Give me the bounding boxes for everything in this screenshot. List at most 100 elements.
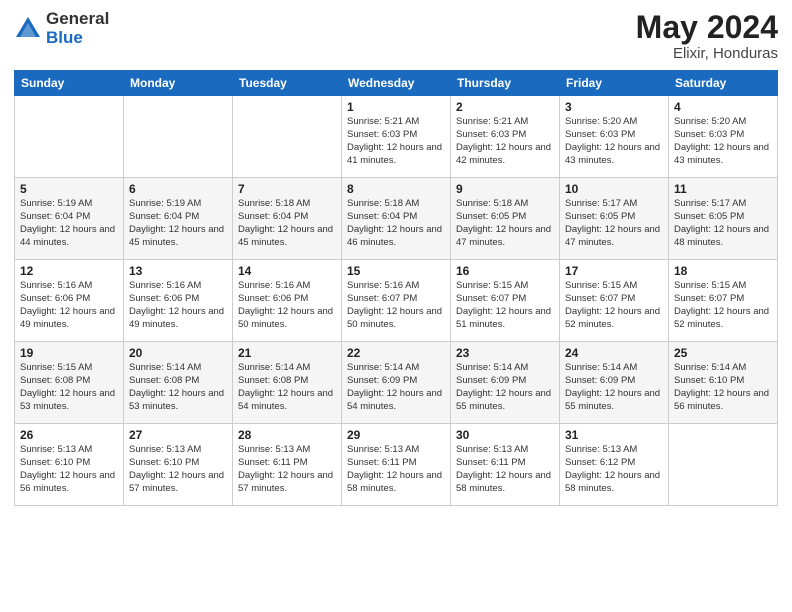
table-row: 28 Sunrise: 5:13 AM Sunset: 6:11 PM Dayli… <box>233 424 342 506</box>
header: General Blue May 2024 Elixir, Honduras <box>14 10 778 62</box>
calendar-week-row: 1 Sunrise: 5:21 AM Sunset: 6:03 PM Daylig… <box>15 96 778 178</box>
table-row <box>124 96 233 178</box>
table-row: 31Sunrise: 5:13 AM Sunset: 6:12 PM Dayli… <box>560 424 669 506</box>
table-row: 10 Sunrise: 5:17 AM Sunset: 6:05 PM Dayli… <box>560 178 669 260</box>
day-info: Sunrise: 5:18 AM Sunset: 6:04 PM Dayligh… <box>238 198 336 249</box>
day-number: 26 <box>20 428 118 442</box>
header-sunday: Sunday <box>15 71 124 96</box>
day-number: 10 <box>565 182 663 196</box>
day-number: 27 <box>129 428 227 442</box>
day-info: Sunrise: 5:16 AM Sunset: 6:06 PM Dayligh… <box>238 280 336 331</box>
day-number: 5 <box>20 182 118 196</box>
table-row: 5 Sunrise: 5:19 AM Sunset: 6:04 PM Daylig… <box>15 178 124 260</box>
day-number: 28 <box>238 428 336 442</box>
day-info: Sunrise: 5:14 AM Sunset: 6:09 PM Dayligh… <box>347 362 445 413</box>
day-number: 2 <box>456 100 554 114</box>
day-number: 22 <box>347 346 445 360</box>
day-number: 18 <box>674 264 772 278</box>
title-block: May 2024 Elixir, Honduras <box>636 10 778 62</box>
table-row <box>669 424 778 506</box>
day-number: 12 <box>20 264 118 278</box>
day-info: Sunrise: 5:18 AM Sunset: 6:05 PM Dayligh… <box>456 198 554 249</box>
day-number: 20 <box>129 346 227 360</box>
table-row: 19Sunrise: 5:15 AM Sunset: 6:08 PM Dayli… <box>15 342 124 424</box>
header-saturday: Saturday <box>669 71 778 96</box>
day-info: Sunrise: 5:15 AM Sunset: 6:07 PM Dayligh… <box>565 280 663 331</box>
day-number: 19 <box>20 346 118 360</box>
table-row: 27 Sunrise: 5:13 AM Sunset: 6:10 PM Dayli… <box>124 424 233 506</box>
table-row: 25 Sunrise: 5:14 AM Sunset: 6:10 PM Dayli… <box>669 342 778 424</box>
page: General Blue May 2024 Elixir, Honduras S… <box>0 0 792 612</box>
day-number: 16 <box>456 264 554 278</box>
day-info: Sunrise: 5:13 AM Sunset: 6:11 PM Dayligh… <box>238 444 336 495</box>
day-info: Sunrise: 5:16 AM Sunset: 6:07 PM Dayligh… <box>347 280 445 331</box>
day-info: Sunrise: 5:14 AM Sunset: 6:10 PM Dayligh… <box>674 362 772 413</box>
table-row: 4Sunrise: 5:20 AM Sunset: 6:03 PM Daylig… <box>669 96 778 178</box>
day-number: 24 <box>565 346 663 360</box>
day-info: Sunrise: 5:14 AM Sunset: 6:09 PM Dayligh… <box>456 362 554 413</box>
day-number: 29 <box>347 428 445 442</box>
logo-blue: Blue <box>46 29 109 48</box>
day-info: Sunrise: 5:15 AM Sunset: 6:07 PM Dayligh… <box>456 280 554 331</box>
table-row: 6Sunrise: 5:19 AM Sunset: 6:04 PM Daylig… <box>124 178 233 260</box>
day-info: Sunrise: 5:20 AM Sunset: 6:03 PM Dayligh… <box>565 116 663 167</box>
day-info: Sunrise: 5:13 AM Sunset: 6:10 PM Dayligh… <box>129 444 227 495</box>
day-number: 15 <box>347 264 445 278</box>
calendar-week-row: 19Sunrise: 5:15 AM Sunset: 6:08 PM Dayli… <box>15 342 778 424</box>
calendar-table: Sunday Monday Tuesday Wednesday Thursday… <box>14 70 778 506</box>
logo: General Blue <box>14 10 109 47</box>
table-row <box>233 96 342 178</box>
header-tuesday: Tuesday <box>233 71 342 96</box>
header-monday: Monday <box>124 71 233 96</box>
day-number: 25 <box>674 346 772 360</box>
table-row: 2 Sunrise: 5:21 AM Sunset: 6:03 PM Daylig… <box>451 96 560 178</box>
table-row: 9Sunrise: 5:18 AM Sunset: 6:05 PM Daylig… <box>451 178 560 260</box>
day-number: 3 <box>565 100 663 114</box>
day-info: Sunrise: 5:19 AM Sunset: 6:04 PM Dayligh… <box>20 198 118 249</box>
table-row: 17 Sunrise: 5:15 AM Sunset: 6:07 PM Dayli… <box>560 260 669 342</box>
day-info: Sunrise: 5:15 AM Sunset: 6:07 PM Dayligh… <box>674 280 772 331</box>
day-number: 14 <box>238 264 336 278</box>
title-month: May 2024 <box>636 10 778 45</box>
table-row: 8 Sunrise: 5:18 AM Sunset: 6:04 PM Daylig… <box>342 178 451 260</box>
table-row: 16 Sunrise: 5:15 AM Sunset: 6:07 PM Dayli… <box>451 260 560 342</box>
day-number: 4 <box>674 100 772 114</box>
day-info: Sunrise: 5:21 AM Sunset: 6:03 PM Dayligh… <box>456 116 554 167</box>
day-number: 11 <box>674 182 772 196</box>
day-number: 6 <box>129 182 227 196</box>
day-info: Sunrise: 5:17 AM Sunset: 6:05 PM Dayligh… <box>565 198 663 249</box>
logo-icon <box>14 15 42 43</box>
table-row: 24Sunrise: 5:14 AM Sunset: 6:09 PM Dayli… <box>560 342 669 424</box>
day-number: 1 <box>347 100 445 114</box>
logo-general: General <box>46 10 109 29</box>
day-number: 13 <box>129 264 227 278</box>
day-info: Sunrise: 5:13 AM Sunset: 6:10 PM Dayligh… <box>20 444 118 495</box>
day-number: 8 <box>347 182 445 196</box>
table-row: 12 Sunrise: 5:16 AM Sunset: 6:06 PM Dayli… <box>15 260 124 342</box>
calendar-week-row: 5 Sunrise: 5:19 AM Sunset: 6:04 PM Daylig… <box>15 178 778 260</box>
table-row: 13Sunrise: 5:16 AM Sunset: 6:06 PM Dayli… <box>124 260 233 342</box>
day-number: 30 <box>456 428 554 442</box>
table-row: 22 Sunrise: 5:14 AM Sunset: 6:09 PM Dayli… <box>342 342 451 424</box>
day-info: Sunrise: 5:17 AM Sunset: 6:05 PM Dayligh… <box>674 198 772 249</box>
day-info: Sunrise: 5:13 AM Sunset: 6:11 PM Dayligh… <box>456 444 554 495</box>
calendar-week-row: 12 Sunrise: 5:16 AM Sunset: 6:06 PM Dayli… <box>15 260 778 342</box>
table-row: 14 Sunrise: 5:16 AM Sunset: 6:06 PM Dayli… <box>233 260 342 342</box>
table-row: 11 Sunrise: 5:17 AM Sunset: 6:05 PM Dayli… <box>669 178 778 260</box>
title-location: Elixir, Honduras <box>636 45 778 62</box>
day-info: Sunrise: 5:14 AM Sunset: 6:08 PM Dayligh… <box>238 362 336 413</box>
table-row: 20Sunrise: 5:14 AM Sunset: 6:08 PM Dayli… <box>124 342 233 424</box>
table-row: 18 Sunrise: 5:15 AM Sunset: 6:07 PM Dayli… <box>669 260 778 342</box>
day-info: Sunrise: 5:13 AM Sunset: 6:11 PM Dayligh… <box>347 444 445 495</box>
day-number: 7 <box>238 182 336 196</box>
table-row: 3 Sunrise: 5:20 AM Sunset: 6:03 PM Daylig… <box>560 96 669 178</box>
table-row: 1Sunrise: 5:21 AM Sunset: 6:03 PM Daylig… <box>342 96 451 178</box>
header-wednesday: Wednesday <box>342 71 451 96</box>
table-row: 23Sunrise: 5:14 AM Sunset: 6:09 PM Dayli… <box>451 342 560 424</box>
day-number: 21 <box>238 346 336 360</box>
day-info: Sunrise: 5:18 AM Sunset: 6:04 PM Dayligh… <box>347 198 445 249</box>
table-row: 26 Sunrise: 5:13 AM Sunset: 6:10 PM Dayli… <box>15 424 124 506</box>
day-info: Sunrise: 5:16 AM Sunset: 6:06 PM Dayligh… <box>20 280 118 331</box>
calendar-week-row: 26 Sunrise: 5:13 AM Sunset: 6:10 PM Dayli… <box>15 424 778 506</box>
day-number: 17 <box>565 264 663 278</box>
